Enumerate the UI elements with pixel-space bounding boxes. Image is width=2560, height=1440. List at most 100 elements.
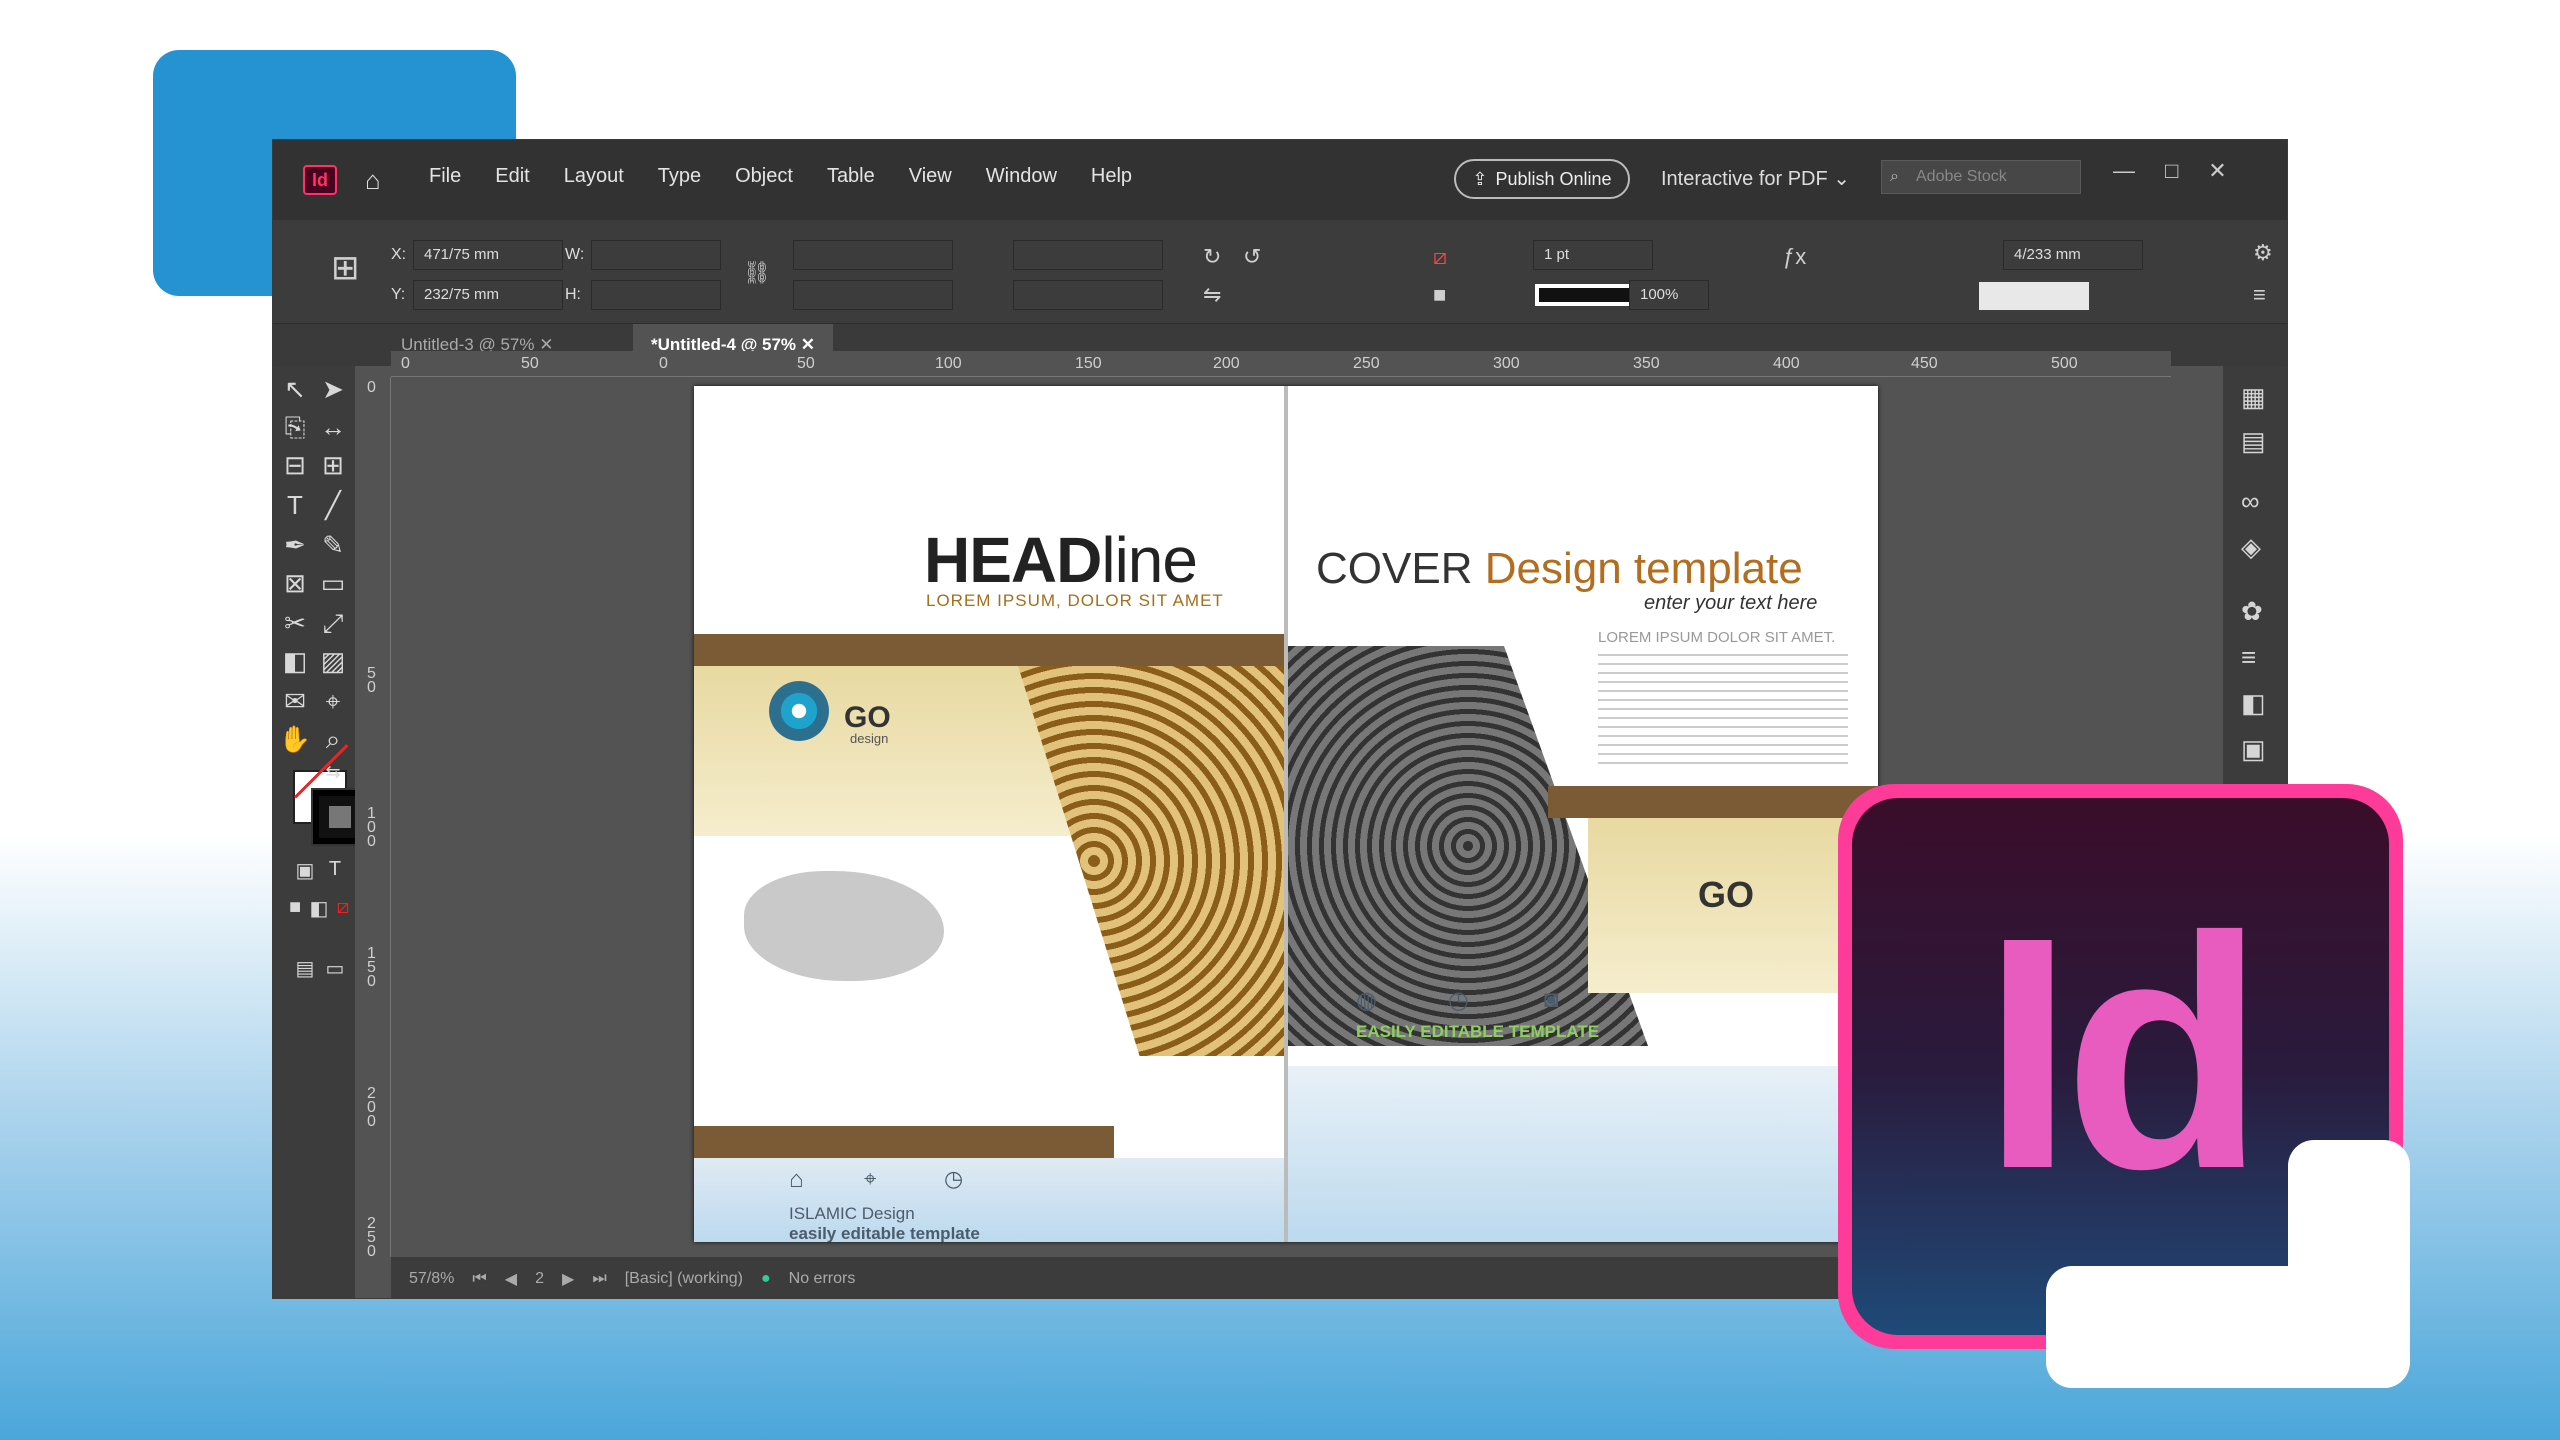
- preview-mode-icon[interactable]: ▭: [317, 956, 353, 981]
- logo-flower: [764, 676, 834, 746]
- links-icon[interactable]: ∞: [2241, 486, 2260, 517]
- menu-table[interactable]: Table: [827, 165, 875, 188]
- ruler-label: 500: [2051, 355, 2078, 372]
- ruler-label: 0: [659, 355, 668, 372]
- content-placer-icon[interactable]: ⊞: [315, 450, 351, 481]
- menu-object[interactable]: Object: [735, 165, 793, 188]
- reference-value-input[interactable]: 4/233 mm: [2003, 240, 2143, 270]
- stroke-type-select[interactable]: [1535, 284, 1635, 306]
- line-tool-icon[interactable]: ╱: [315, 490, 351, 521]
- scale-y-input[interactable]: [793, 280, 953, 310]
- stroke-panel-icon[interactable]: ≡: [2241, 642, 2256, 673]
- publish-online-button[interactable]: ⇪ Publish Online: [1454, 159, 1630, 199]
- gap-tool-icon[interactable]: ↔: [315, 412, 351, 443]
- hand-tool-icon[interactable]: ✋: [277, 724, 313, 755]
- w-label: W:: [565, 246, 585, 263]
- cc-libraries-icon[interactable]: ▤: [2241, 426, 2266, 457]
- stroke-swatch-icon[interactable]: ■: [1433, 282, 1446, 308]
- style-swatch[interactable]: [1979, 282, 2089, 310]
- ruler-label: 100: [935, 355, 962, 372]
- minimize-icon[interactable]: —: [2113, 158, 2135, 184]
- maximize-icon[interactable]: □: [2165, 158, 2178, 184]
- pencil-tool-icon[interactable]: ✎: [315, 530, 351, 561]
- rotate-ccw-icon[interactable]: ↺: [1243, 244, 1261, 270]
- shear-input[interactable]: [1013, 280, 1163, 310]
- menu-file[interactable]: File: [429, 165, 461, 188]
- y-position-input[interactable]: 232/75 mm: [413, 280, 563, 310]
- direct-selection-tool-icon[interactable]: ➤: [315, 374, 351, 405]
- effects-panel-icon[interactable]: ▣: [2241, 734, 2266, 765]
- eyedropper-tool-icon[interactable]: ⌖: [315, 686, 351, 718]
- scissors-tool-icon[interactable]: ✂: [277, 608, 313, 639]
- errors-status[interactable]: No errors: [789, 1270, 856, 1288]
- camera-icon: ◙: [1544, 986, 1559, 1013]
- gradient-feather-tool-icon[interactable]: ▨: [315, 646, 351, 677]
- rectangle-frame-tool-icon[interactable]: ⊠: [277, 568, 313, 599]
- rotation-input[interactable]: [1013, 240, 1163, 270]
- menu-view[interactable]: View: [909, 165, 952, 188]
- content-collector-icon[interactable]: ⊟: [277, 450, 313, 481]
- pen-tool-icon[interactable]: ✒: [277, 530, 313, 561]
- gear-icon[interactable]: ⚙: [2253, 240, 2273, 266]
- page-tool-icon[interactable]: ⎘: [277, 412, 313, 444]
- page-2[interactable]: COVER Design template enter your text he…: [1288, 386, 1878, 1242]
- preflight-profile[interactable]: [Basic] (working): [625, 1270, 743, 1288]
- home-icon[interactable]: ⌂: [365, 167, 395, 193]
- decor-white-corner: [2046, 1266, 2410, 1388]
- search-icon: ⌕: [1890, 168, 1899, 185]
- layers-icon[interactable]: ◈: [2241, 532, 2261, 563]
- stroke-weight-input[interactable]: 1 pt: [1533, 240, 1653, 270]
- close-icon[interactable]: ✕: [2208, 158, 2226, 184]
- blue-band: [694, 1158, 1284, 1242]
- fill-none-icon[interactable]: ⧄: [1433, 244, 1447, 270]
- x-position-input[interactable]: 471/75 mm: [413, 240, 563, 270]
- menu-help[interactable]: Help: [1091, 165, 1132, 188]
- rectangle-tool-icon[interactable]: ▭: [315, 568, 351, 599]
- scale-x-input[interactable]: [793, 240, 953, 270]
- adobe-stock-search[interactable]: ⌕ Adobe Stock: [1881, 160, 2081, 194]
- page-1[interactable]: HEADline LOREM IPSUM, DOLOR SIT AMET GO …: [694, 386, 1284, 1242]
- menu-icon[interactable]: ≡: [2253, 282, 2266, 308]
- body-text-lines: [1598, 654, 1848, 764]
- x-label: X:: [391, 246, 407, 263]
- menu-edit[interactable]: Edit: [495, 165, 529, 188]
- gradient-panel-icon[interactable]: ◧: [2241, 688, 2266, 719]
- document-spread[interactable]: HEADline LOREM IPSUM, DOLOR SIT AMET GO …: [694, 386, 1878, 1242]
- gradient-swatch-tool-icon[interactable]: ◧: [277, 646, 313, 677]
- first-page-icon[interactable]: ⏮: [472, 1270, 486, 1288]
- width-input[interactable]: [591, 240, 721, 270]
- flip-horizontal-icon[interactable]: ⇋: [1203, 282, 1221, 308]
- last-page-icon[interactable]: ⏭: [592, 1270, 606, 1288]
- pages-panel-icon[interactable]: ▦: [2241, 382, 2266, 413]
- zoom-tool-icon[interactable]: ⌕: [315, 724, 351, 756]
- workspace-switcher[interactable]: Interactive for PDF ⌄: [1661, 166, 1850, 191]
- logo-text: GO: [1698, 874, 1755, 915]
- ruler-label: 400: [1773, 355, 1800, 372]
- zoom-level[interactable]: 57/8%: [409, 1270, 454, 1288]
- ruler-label: 150: [1075, 355, 1102, 372]
- rotate-cw-icon[interactable]: ↻: [1203, 244, 1221, 270]
- page-number[interactable]: 2: [535, 1270, 544, 1288]
- world-map: [744, 871, 944, 981]
- menu-type[interactable]: Type: [658, 165, 701, 188]
- opacity-input[interactable]: 100%: [1629, 280, 1709, 310]
- formatting-text-icon[interactable]: T: [317, 858, 353, 881]
- reference-point-icon[interactable]: ⊞: [331, 248, 360, 288]
- status-dot-icon: ●: [760, 1269, 771, 1287]
- swatches-icon[interactable]: ✿: [2241, 596, 2263, 627]
- constrain-proportions-icon[interactable]: ⛓: [743, 260, 771, 286]
- ruler-label: 50: [797, 355, 815, 372]
- free-transform-tool-icon[interactable]: ⤢: [315, 608, 351, 640]
- swap-icon[interactable]: ⇆: [315, 762, 351, 783]
- type-tool-icon[interactable]: T: [277, 490, 313, 521]
- menu-window[interactable]: Window: [986, 165, 1057, 188]
- menu-layout[interactable]: Layout: [564, 165, 624, 188]
- previous-page-icon[interactable]: ◀: [505, 1269, 517, 1289]
- brown-band-bottom: [694, 1126, 1114, 1158]
- selection-tool-icon[interactable]: ↖: [277, 374, 313, 405]
- fx-icon[interactable]: ƒx: [1783, 244, 1806, 270]
- height-input[interactable]: [591, 280, 721, 310]
- ruler-label: 1 5 0: [367, 945, 376, 990]
- next-page-icon[interactable]: ▶: [562, 1269, 574, 1289]
- note-tool-icon[interactable]: ✉: [277, 686, 313, 717]
